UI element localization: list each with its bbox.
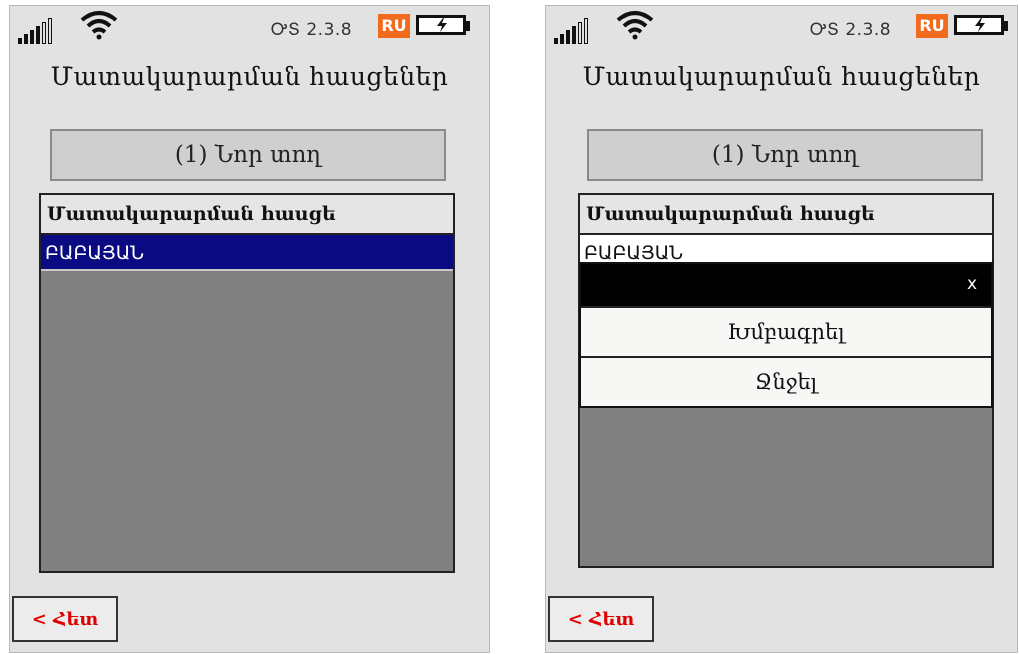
device-screen-popup: ᎤՏ 2.3.8 RU Մատակարարման հասցեներ (1) Նո… bbox=[545, 5, 1018, 653]
edit-button[interactable]: Խմբագրել bbox=[581, 306, 991, 356]
wifi-icon bbox=[80, 11, 118, 40]
page-title: Մատակարարման հասցեներ bbox=[50, 62, 449, 91]
table-header: Մատակարարման հասցե bbox=[41, 195, 453, 235]
status-bar: ᎤՏ 2.3.8 RU bbox=[10, 6, 489, 46]
addresses-table: Մատակարարման հասցե ԲԱԲԱՅԱՆ bbox=[39, 193, 455, 573]
page-title: Մատակարարման հասցեներ bbox=[582, 62, 981, 91]
popup-header: x bbox=[581, 264, 991, 306]
back-button[interactable]: < Հետ bbox=[12, 596, 118, 642]
os-version: ᎤՏ 2.3.8 bbox=[810, 20, 892, 40]
battery-tip bbox=[466, 21, 470, 31]
row-actions-popup: x Խմբագրել Ջնջել bbox=[579, 262, 993, 408]
device-screen-list: ᎤՏ 2.3.8 RU Մատակարարման հասցեներ (1) Նո… bbox=[9, 5, 490, 653]
new-row-button[interactable]: (1) Նոր տող bbox=[50, 129, 446, 181]
delete-button[interactable]: Ջնջել bbox=[581, 356, 991, 406]
language-badge[interactable]: RU bbox=[378, 14, 410, 38]
table-row[interactable]: ԲԱԲԱՅԱՆ bbox=[41, 235, 453, 271]
back-button[interactable]: < Հետ bbox=[548, 596, 654, 642]
new-row-button[interactable]: (1) Նոր տող bbox=[587, 129, 983, 181]
language-badge[interactable]: RU bbox=[916, 14, 948, 38]
table-header: Մատակարարման հասցե bbox=[580, 195, 992, 235]
battery-charging-icon bbox=[416, 15, 466, 35]
status-bar: ᎤՏ 2.3.8 RU bbox=[546, 6, 1017, 46]
battery-charging-icon bbox=[954, 15, 1004, 35]
signal-bars-icon bbox=[18, 18, 52, 44]
os-version: ᎤՏ 2.3.8 bbox=[271, 20, 353, 40]
wifi-icon bbox=[616, 11, 654, 40]
close-icon[interactable]: x bbox=[967, 274, 977, 294]
battery-tip bbox=[1004, 21, 1008, 31]
signal-bars-icon bbox=[554, 18, 588, 44]
